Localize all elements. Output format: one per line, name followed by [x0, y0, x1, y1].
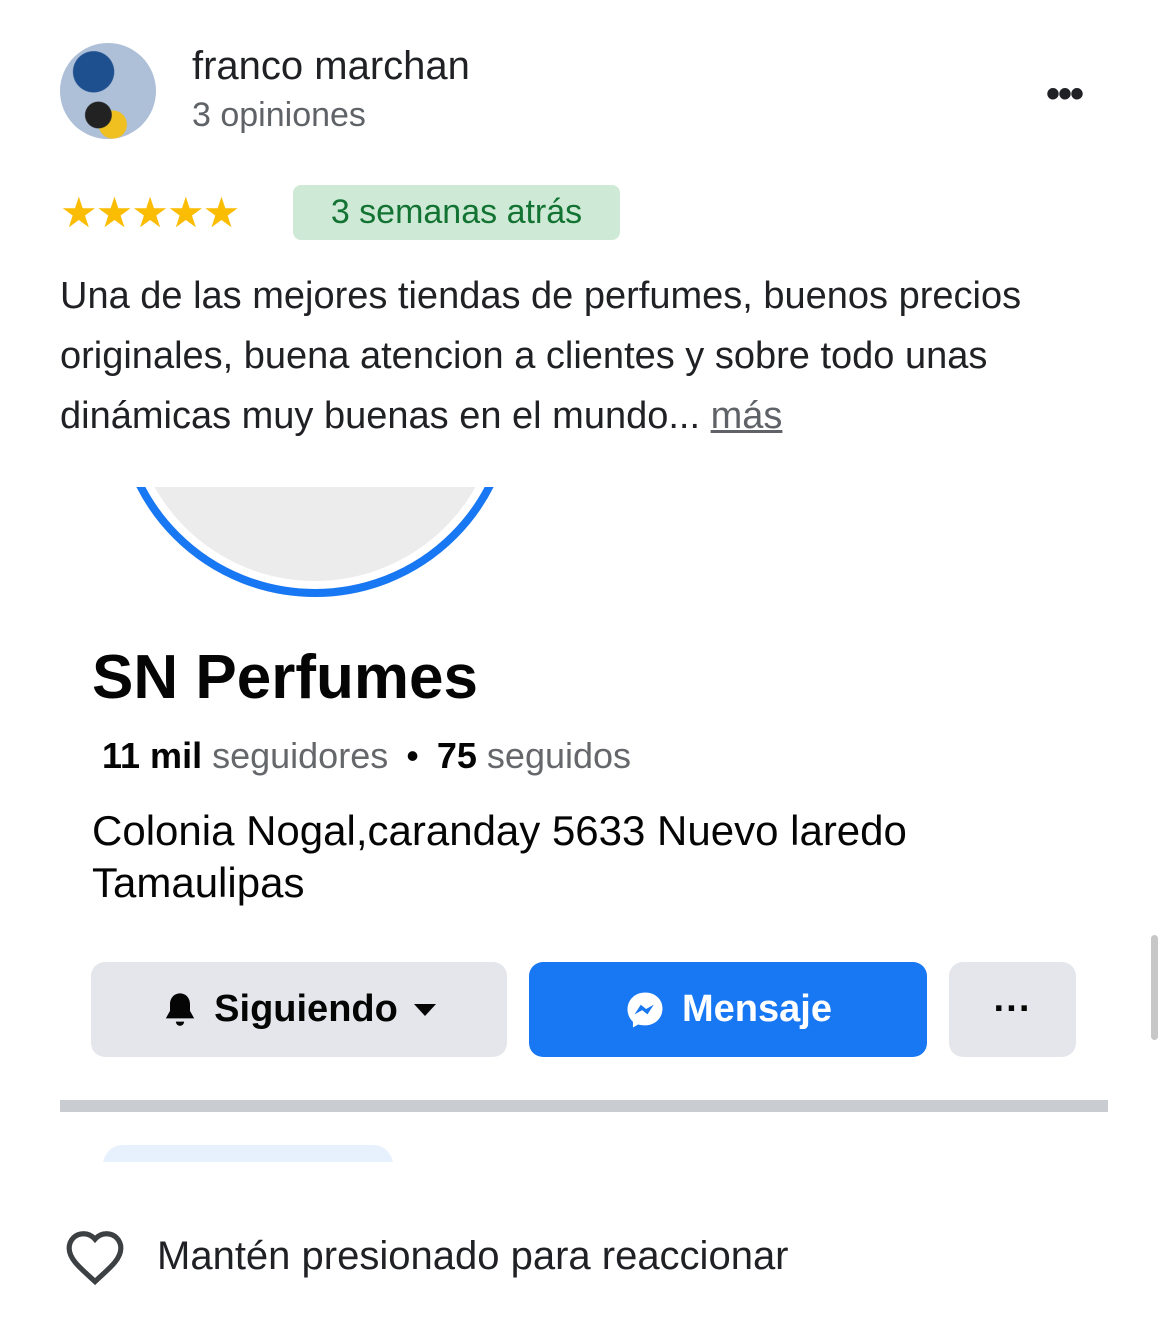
review-count: 3 opiniones [192, 96, 366, 134]
messenger-icon [627, 992, 663, 1027]
following-label: seguidos [486, 735, 632, 776]
heart-icon[interactable] [64, 1228, 126, 1286]
scrollbar[interactable] [1151, 935, 1158, 1040]
following-label: Siguiendo [214, 988, 398, 1030]
next-section-pill [103, 1145, 393, 1162]
followers-label: seguidores [212, 735, 389, 776]
message-label: Mensaje [682, 988, 832, 1030]
following-count: 75 [436, 735, 477, 776]
separator: • [406, 735, 419, 776]
message-button: Mensaje [529, 962, 927, 1057]
page-address: Colonia Nogal,caranday 5633 Nuevo laredo… [92, 807, 907, 906]
bell-icon [166, 992, 195, 1026]
review-body: Una de las mejores tiendas de perfumes, … [60, 275, 1022, 437]
page-profile-picture [115, 487, 515, 597]
reviewer-avatar[interactable] [60, 43, 156, 139]
more-link[interactable]: más [711, 395, 783, 437]
caret-down-icon [413, 1003, 436, 1016]
followers-count: 11 mil [102, 735, 203, 776]
react-hint[interactable]: Mantén presionado para reaccionar [157, 1234, 789, 1279]
review-photo[interactable]: SN Perfumes 11 mil seguidores • 75 segui… [60, 487, 1108, 1162]
star-rating: ★★★★★ [60, 189, 240, 236]
page-name: SN Perfumes [92, 643, 478, 712]
following-button: Siguiendo [91, 962, 507, 1057]
review-text: Una de las mejores tiendas de perfumes, … [60, 266, 1120, 446]
more-options-icon[interactable]: ••• [1046, 72, 1084, 117]
reviewer-name[interactable]: franco marchan [192, 44, 470, 89]
page-stats: 11 mil seguidores • 75 seguidos [102, 735, 631, 777]
time-badge: 3 semanas atrás [293, 185, 620, 240]
divider [60, 1100, 1108, 1112]
page-more-button: ··· [949, 962, 1076, 1057]
